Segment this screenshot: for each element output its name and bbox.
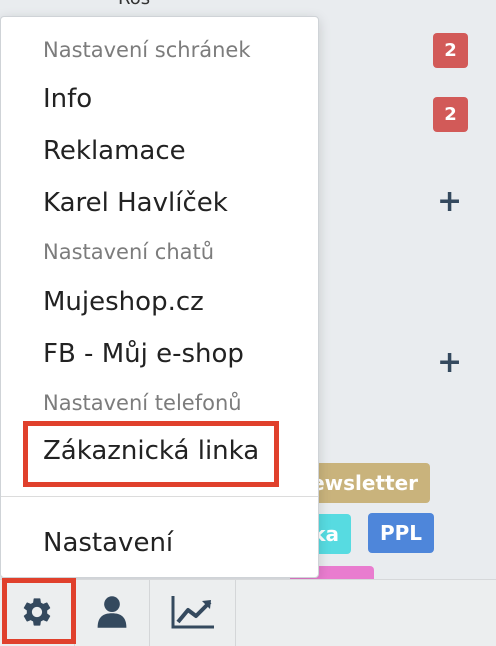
menu-item-mujeshop[interactable]: Mujeshop.cz — [43, 287, 204, 317]
highlight-frame — [2, 578, 76, 644]
cut-off-text: Ros — [118, 0, 150, 9]
menu-item-info[interactable]: Info — [43, 84, 92, 114]
highlight-frame — [23, 421, 279, 487]
stats-button[interactable] — [150, 580, 236, 646]
chart-icon — [170, 594, 216, 634]
settings-dropdown-menu: Nastavení schránek Info Reklamace Karel … — [0, 16, 319, 578]
user-icon — [96, 595, 128, 633]
menu-header-chats: Nastavení chatů — [43, 240, 215, 264]
tag-ppl[interactable]: PPL — [368, 513, 434, 553]
add-icon[interactable]: + — [437, 187, 462, 217]
count-badge: 2 — [433, 33, 468, 68]
menu-divider — [1, 496, 318, 497]
user-button[interactable] — [75, 580, 150, 646]
menu-header-phones: Nastavení telefonů — [43, 391, 242, 415]
app-stage: Ros 2 2 + + ewsletter ka PPL Nastavení s… — [0, 0, 496, 646]
menu-item-settings[interactable]: Nastavení — [43, 528, 173, 558]
menu-item-karel-havlicek[interactable]: Karel Havlíček — [43, 188, 228, 218]
menu-item-fb-eshop[interactable]: FB - Můj e-shop — [43, 339, 244, 369]
menu-header-mailboxes: Nastavení schránek — [43, 38, 251, 62]
count-badge: 2 — [433, 97, 468, 132]
add-icon[interactable]: + — [437, 348, 462, 378]
menu-item-reklamace[interactable]: Reklamace — [43, 136, 186, 166]
